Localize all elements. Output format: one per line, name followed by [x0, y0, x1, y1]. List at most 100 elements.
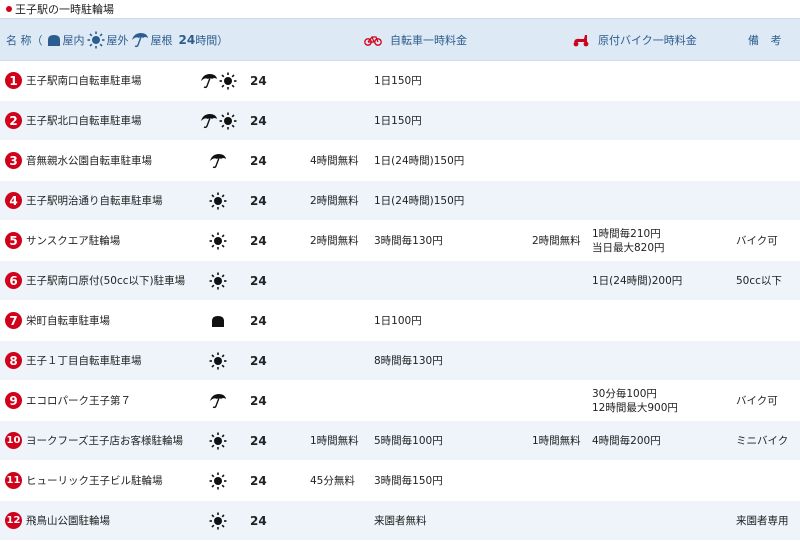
parking-table-page: 王子駅の一時駐輪場 名 称（ 屋内 屋外 屋根 24 時間） 自転車一時料金 原… [0, 0, 800, 541]
bike-fee: 1日150円 [374, 115, 422, 127]
moto-free-time [532, 461, 592, 500]
bike-free-time [310, 501, 370, 540]
row-icons [196, 61, 240, 100]
moto-free-time [532, 141, 592, 180]
parking-name: 王子１丁目自転車駐車場 [26, 354, 142, 367]
moto-fee [592, 301, 722, 340]
bike-free-time: 2時間無料 [310, 235, 359, 247]
row-number-cell: 10 [5, 421, 23, 460]
bike-fee [374, 381, 514, 420]
table-header: 名 称（ 屋内 屋外 屋根 24 時間） 自転車一時料金 原付バイク一時料金 備… [0, 18, 800, 61]
sun-icon [219, 112, 237, 130]
row-number-cell: 8 [5, 341, 23, 380]
note: バイク可 [736, 395, 778, 407]
sun-icon [209, 432, 227, 450]
hours-24: 24 [250, 513, 267, 528]
bike-fee: 3時間毎150円 [374, 475, 443, 487]
table-row: 3 音無親水公園自転車駐車場 24 4時間無料 1日(24時間)150円 [0, 141, 800, 181]
bike-free-time: 2時間無料 [310, 195, 359, 207]
header-name-label: 名 称（ [6, 33, 43, 47]
parking-name: 王子駅北口自転車駐車場 [26, 114, 142, 127]
row-number-badge: 5 [5, 232, 22, 249]
bike-free-time: 45分無料 [310, 475, 355, 487]
moto-free-time [532, 381, 592, 420]
moto-fee: 4時間毎200円 [592, 434, 661, 447]
table-row: 7 栄町自転車駐車場 24 1日100円 [0, 301, 800, 341]
moto-fee [592, 181, 722, 220]
moto-fee [592, 101, 722, 140]
bike-fee: 8時間毎130円 [374, 355, 443, 367]
row-number-badge: 8 [5, 352, 22, 369]
hours-24: 24 [250, 73, 267, 88]
note: バイク可 [736, 235, 778, 247]
header-hours-number: 24 [178, 32, 196, 47]
section-title: 王子駅の一時駐輪場 [0, 0, 800, 18]
row-icons [196, 381, 240, 420]
header-roof-label: 屋根 [150, 33, 173, 47]
bike-fee [374, 261, 514, 300]
header-indoor-label: 屋内 [62, 33, 85, 47]
bike-free-time [310, 101, 370, 140]
moto-free-time: 1時間無料 [532, 435, 581, 447]
hours-24: 24 [250, 273, 267, 288]
bike-fee: 5時間毎100円 [374, 435, 443, 447]
row-number-cell: 5 [5, 221, 23, 260]
bike-fee: 来園者無料 [374, 515, 427, 527]
table-row: 8 王子１丁目自転車駐車場 24 8時間毎130円 [0, 341, 800, 381]
parking-name: 王子駅南口自転車駐車場 [26, 74, 142, 87]
moto-free-time [532, 341, 592, 380]
row-number-badge: 11 [5, 472, 22, 489]
umbrella-icon [209, 153, 227, 169]
umbrella-icon [200, 113, 218, 129]
header-moto-label: 原付バイク一時料金 [598, 33, 697, 47]
moto-free-time [532, 61, 592, 100]
row-number-badge: 4 [5, 192, 22, 209]
row-icons [196, 181, 240, 220]
note: 来園者専用 [736, 515, 789, 527]
umbrella-icon [131, 32, 149, 48]
bullet-dot-icon [6, 6, 12, 12]
hours-24: 24 [250, 433, 267, 448]
table-row: 5 サンスクエア駐輪場 24 2時間無料 3時間毎130円 2時間無料 1時間毎210円 当… [0, 221, 800, 261]
row-icons [196, 341, 240, 380]
row-icons [196, 461, 240, 500]
row-icons [196, 221, 240, 260]
table-row: 10 ヨークフーズ王子店お客様駐輪場 24 1時間無料 5時間毎100円 1時間無料 4時間… [0, 421, 800, 461]
note [736, 141, 800, 180]
moto-fee: 1時間毎210円 当日最大820円 [592, 227, 665, 254]
row-icons [196, 101, 240, 140]
bike-fee: 1日150円 [374, 75, 422, 87]
parking-name: 王子駅明治通り自転車駐車場 [26, 194, 163, 207]
table-row: 4 王子駅明治通り自転車駐車場 24 2時間無料 1日(24時間)150円 [0, 181, 800, 221]
row-number-cell: 3 [5, 141, 23, 180]
parking-name: ヨークフーズ王子店お客様駐輪場 [26, 434, 183, 447]
scooter-icon [572, 33, 590, 47]
note [736, 341, 800, 380]
row-number-badge: 6 [5, 272, 22, 289]
moto-free-time [532, 501, 592, 540]
sun-icon [209, 352, 227, 370]
moto-fee [592, 141, 722, 180]
bike-fee: 1日100円 [374, 315, 422, 327]
bike-free-time: 1時間無料 [310, 435, 359, 447]
row-number-badge: 7 [5, 312, 22, 329]
moto-fee [592, 461, 722, 500]
moto-fee [592, 61, 722, 100]
row-icons [196, 301, 240, 340]
row-icons [196, 421, 240, 460]
row-number-badge: 12 [5, 512, 22, 529]
hours-24: 24 [250, 233, 267, 248]
row-number-badge: 10 [5, 432, 22, 449]
indoor-icon [211, 315, 225, 327]
row-number-badge: 1 [5, 72, 22, 89]
row-number-cell: 2 [5, 101, 23, 140]
table-body: 1 王子駅南口自転車駐車場 24 1日150円 2 王子駅北口自転車駐車場 24 1日150円… [0, 61, 800, 541]
umbrella-icon [209, 393, 227, 409]
header-note-label: 備 考 [748, 33, 786, 47]
row-number-cell: 4 [5, 181, 23, 220]
row-number-badge: 2 [5, 112, 22, 129]
note: ミニバイク [736, 435, 789, 447]
note [736, 101, 800, 140]
parking-name: ヒューリック王子ビル駐輪場 [26, 474, 163, 487]
header-hours-suffix: 時間） [195, 33, 229, 47]
